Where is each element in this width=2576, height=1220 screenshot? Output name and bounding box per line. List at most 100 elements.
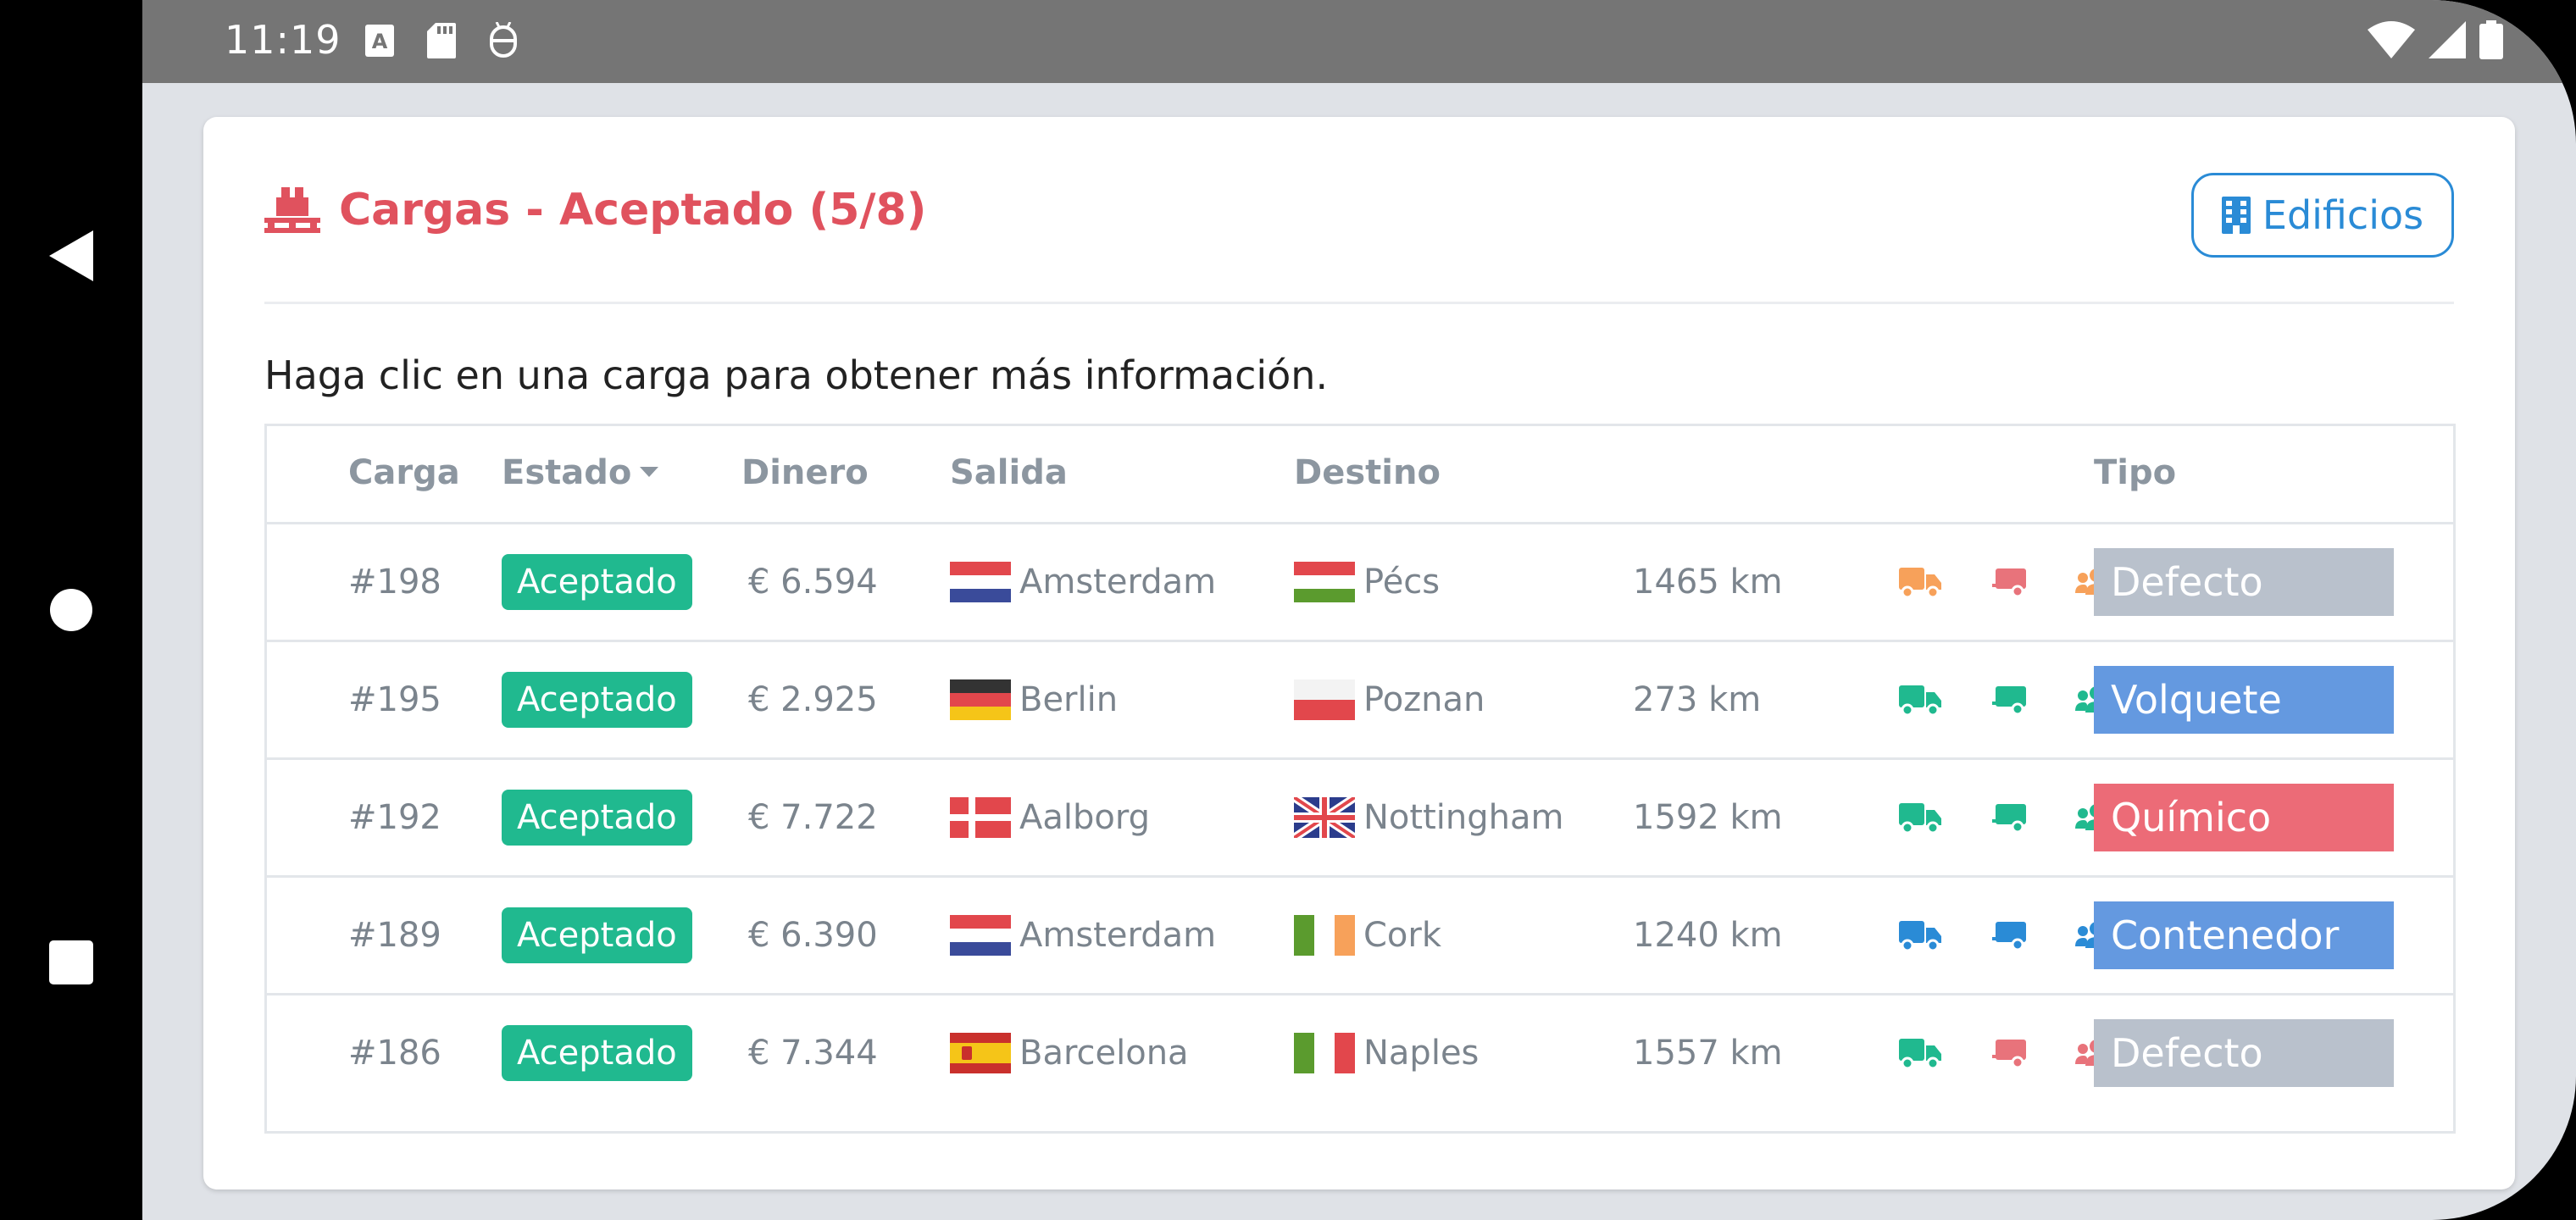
carga-id: #189 (348, 916, 441, 955)
estado-cell: Aceptado (502, 524, 692, 640)
table-row[interactable]: #189 Aceptado € 6.390 Amsterdam Cork 124… (267, 878, 2453, 995)
truck-icon (1899, 919, 1941, 951)
back-button[interactable] (0, 230, 142, 281)
col-estado[interactable]: Estado (502, 453, 659, 492)
card-header: Cargas - Aceptado (5/8) (264, 185, 926, 236)
nl-flag-icon (950, 562, 1011, 602)
device-frame: 11:19 A Cargas - Aceptado (5/8) Edificio… (0, 0, 2576, 1220)
buildings-button-label: Edificios (2262, 192, 2424, 238)
wifi-icon (2368, 21, 2415, 58)
destino-city: Poznan (1363, 680, 1485, 719)
app-screen: 11:19 A Cargas - Aceptado (5/8) Edificio… (142, 0, 2576, 1220)
estado-cell: Aceptado (502, 760, 692, 875)
cargas-table: Carga Estado Dinero Salida Destino Tipo … (264, 424, 2456, 1134)
truck-icon (1899, 801, 1941, 834)
table-header: Carga Estado Dinero Salida Destino Tipo (267, 426, 2453, 524)
es-flag-icon (950, 1033, 1011, 1073)
keyboard-a-icon: A (365, 25, 394, 57)
destino-city: Pécs (1363, 563, 1441, 602)
page-title: Cargas - Aceptado (5/8) (339, 185, 927, 236)
truck-cell (1899, 760, 1941, 875)
tipo-badge: Defecto (2094, 548, 2394, 616)
status-badge: Aceptado (502, 1025, 692, 1081)
trailer-cell (1992, 995, 2028, 1111)
status-time: 11:19 (225, 17, 341, 63)
home-button[interactable] (0, 588, 142, 632)
col-salida[interactable]: Salida (950, 453, 1068, 492)
recents-square-icon (49, 940, 93, 984)
trailer-cell (1992, 760, 2028, 875)
truck-cell (1899, 642, 1941, 757)
truck-cell (1899, 878, 1941, 993)
destino-city: Cork (1363, 916, 1442, 955)
trailer-icon (1992, 685, 2028, 715)
distance-value: 1557 km (1633, 1034, 1783, 1073)
android-debug-icon (490, 22, 517, 58)
truck-cell (1899, 995, 1941, 1111)
status-badge: Aceptado (502, 554, 692, 610)
dinero-value: € 6.390 (748, 916, 878, 955)
destino-city: Nottingham (1363, 798, 1564, 837)
pallet-icon (264, 187, 320, 233)
nl-flag-icon (950, 915, 1011, 956)
col-dinero[interactable]: Dinero (741, 453, 869, 492)
truck-cell (1899, 524, 1941, 640)
sort-caret-down-icon (640, 467, 659, 477)
battery-icon (2479, 20, 2503, 59)
system-status-icons (2368, 20, 2503, 59)
cell-signal-icon (2429, 21, 2466, 58)
distance-value: 1592 km (1633, 798, 1783, 837)
salida-city: Berlin (1019, 680, 1119, 719)
status-badge: Aceptado (502, 672, 692, 728)
destino-cell: Cork (1294, 878, 1441, 993)
tipo-cell: Defecto (2094, 524, 2394, 640)
trailer-icon (1992, 802, 2028, 833)
col-carga[interactable]: Carga (348, 453, 460, 492)
cargas-card: Cargas - Aceptado (5/8) Edificios Haga c… (203, 117, 2515, 1190)
table-row[interactable]: #186 Aceptado € 7.344 Barcelona Naples 1… (267, 995, 2453, 1113)
dk-flag-icon (950, 797, 1011, 838)
android-navigation-bar (0, 0, 142, 1220)
carga-id: #186 (348, 1034, 441, 1073)
salida-cell: Amsterdam (950, 878, 1216, 993)
it-flag-icon (1294, 1033, 1355, 1073)
de-flag-icon (950, 679, 1011, 720)
salida-city: Amsterdam (1019, 563, 1217, 602)
status-badge: Aceptado (502, 790, 692, 846)
destino-cell: Poznan (1294, 642, 1485, 757)
tipo-badge: Químico (2094, 784, 2394, 851)
table-row[interactable]: #192 Aceptado € 7.722 Aalborg Nottingham… (267, 760, 2453, 878)
estado-cell: Aceptado (502, 878, 692, 993)
recents-button[interactable] (0, 940, 142, 984)
status-bar: 11:19 A (142, 0, 2576, 83)
dinero-value: € 7.722 (748, 798, 878, 837)
trailer-icon (1992, 567, 2028, 597)
hint-text: Haga clic en una carga para obtener más … (264, 352, 1329, 398)
salida-city: Aalborg (1019, 798, 1150, 837)
col-tipo[interactable]: Tipo (2094, 453, 2176, 492)
truck-icon (1899, 684, 1941, 716)
back-triangle-icon (49, 230, 93, 281)
truck-icon (1899, 1037, 1941, 1069)
header-divider (264, 302, 2454, 304)
salida-cell: Berlin (950, 642, 1118, 757)
carga-id: #192 (348, 798, 441, 837)
uk-flag-icon (1294, 797, 1355, 838)
notification-icons: A (364, 22, 519, 59)
col-destino[interactable]: Destino (1294, 453, 1441, 492)
buildings-button[interactable]: Edificios (2191, 173, 2454, 258)
table-row[interactable]: #198 Aceptado € 6.594 Amsterdam Pécs 146… (267, 524, 2453, 642)
sd-card-icon (427, 23, 456, 58)
destino-city: Naples (1363, 1034, 1480, 1073)
tipo-cell: Defecto (2094, 995, 2394, 1111)
salida-city: Barcelona (1019, 1034, 1189, 1073)
trailer-cell (1992, 524, 2028, 640)
dinero-value: € 6.594 (748, 563, 878, 602)
truck-icon (1899, 566, 1941, 598)
tipo-badge: Volquete (2094, 666, 2394, 734)
table-row[interactable]: #195 Aceptado € 2.925 Berlin Poznan 273 … (267, 642, 2453, 760)
home-circle-icon (50, 589, 92, 631)
dinero-value: € 7.344 (748, 1034, 878, 1073)
trailer-icon (1992, 920, 2028, 951)
tipo-cell: Volquete (2094, 642, 2394, 757)
